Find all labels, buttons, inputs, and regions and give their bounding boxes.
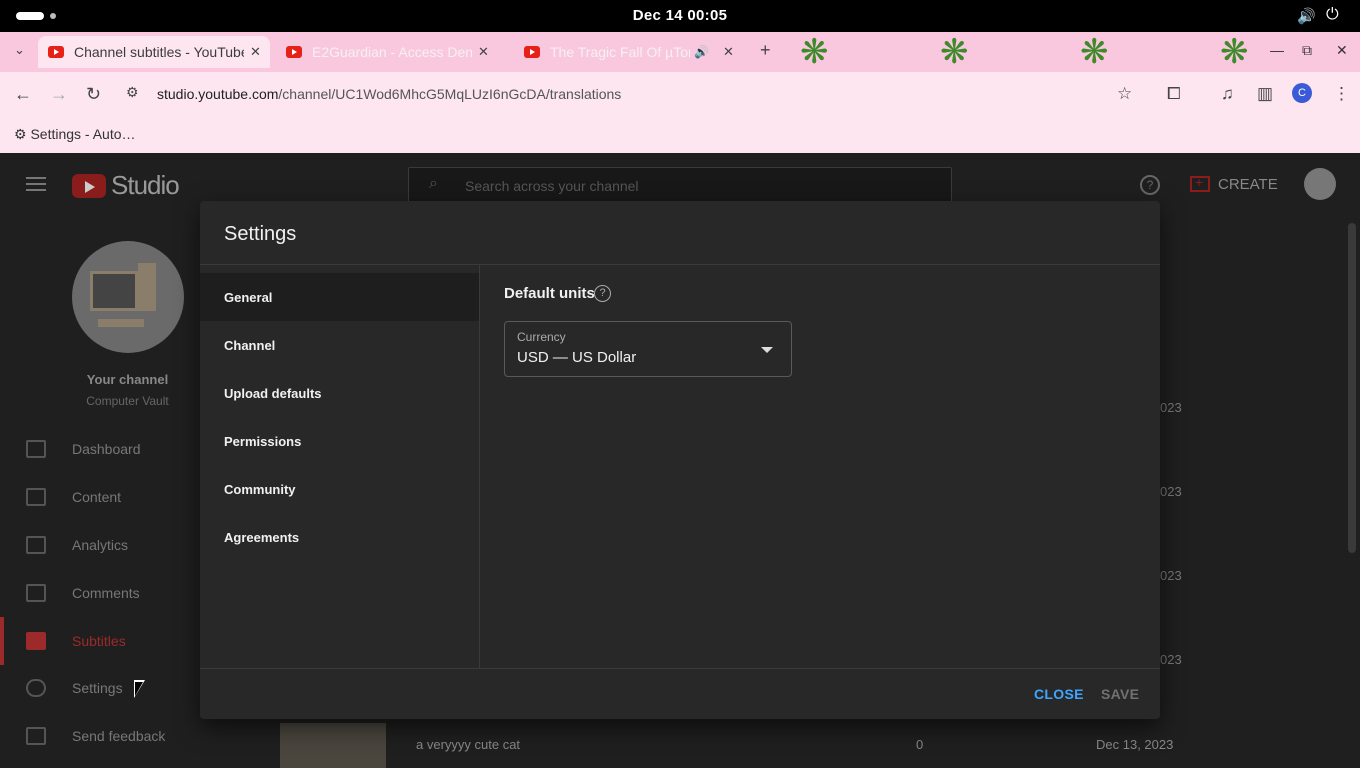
settings-tab-upload-defaults[interactable]: Upload defaults	[200, 369, 479, 417]
tab-strip: ⌄ ❋ ❋ ❋ ❋ ❋ Channel subtitles - YouTube …	[0, 32, 1360, 72]
help-icon[interactable]: ?	[594, 285, 611, 302]
youtube-favicon-icon	[286, 46, 302, 58]
settings-tab-community[interactable]: Community	[200, 465, 479, 513]
settings-dialog: Settings General Channel Upload defaults…	[200, 201, 1160, 719]
youtube-favicon-icon	[524, 46, 540, 58]
settings-tab-agreements[interactable]: Agreements	[200, 513, 479, 561]
dashboard-icon	[26, 440, 46, 458]
row-date-partial: 023	[1160, 568, 1182, 583]
row-date-partial: 023	[1160, 652, 1182, 667]
close-tab-icon[interactable]: ✕	[250, 44, 261, 60]
settings-tab-general[interactable]: General	[200, 273, 479, 321]
theme-leaf-icon: ❋	[940, 33, 969, 71]
analytics-icon	[26, 536, 46, 554]
create-button[interactable]: CREATE	[1190, 174, 1278, 193]
youtube-favicon-icon	[48, 46, 64, 58]
video-title[interactable]: a veryyyy cute cat	[416, 737, 520, 752]
currency-value: USD — US Dollar	[517, 349, 637, 366]
gear-icon	[26, 679, 46, 697]
theme-leaf-icon: ❋	[1220, 33, 1249, 71]
divider	[479, 265, 480, 668]
search-icon: ⌕	[429, 175, 438, 192]
bookmark-settings-auto[interactable]: ⚙ Settings - Auto…	[14, 126, 136, 143]
address-bar[interactable]: studio.youtube.com/channel/UC1Wod6MhcG5M…	[157, 86, 621, 102]
studio-logo-text[interactable]: Studio	[111, 170, 180, 201]
reload-icon[interactable]: ↻	[86, 84, 101, 105]
hamburger-menu-icon[interactable]	[26, 177, 46, 191]
side-panel-icon[interactable]: ▥	[1257, 84, 1273, 104]
os-clock[interactable]: Dec 14 00:05	[0, 7, 1360, 24]
close-tab-icon[interactable]: ✕	[723, 44, 734, 60]
settings-tab-channel[interactable]: Channel	[200, 321, 479, 369]
mouse-cursor-icon	[134, 680, 145, 698]
url-path: /channel/UC1Wod6MhcG5MqLUzI6nGcDA/transl…	[278, 86, 622, 102]
back-icon[interactable]: ←	[14, 84, 32, 105]
volume-icon[interactable]: 🔊	[1297, 7, 1316, 25]
video-date: Dec 13, 2023	[1096, 737, 1174, 752]
gear-icon: ⚙	[14, 126, 27, 142]
content-icon	[26, 488, 46, 506]
row-date-partial: 023	[1160, 400, 1182, 415]
account-avatar[interactable]	[1304, 168, 1336, 200]
help-icon[interactable]: ?	[1140, 175, 1160, 195]
browser-chrome: ⌄ ❋ ❋ ❋ ❋ ❋ Channel subtitles - YouTube …	[0, 32, 1360, 153]
sidebar-item-send-feedback[interactable]: Send feedback	[0, 712, 255, 760]
close-button[interactable]: CLOSE	[1034, 686, 1084, 702]
comments-icon	[26, 584, 46, 602]
tab-tragic-fall[interactable]: The Tragic Fall Of µTorrent 🔊 ✕	[514, 36, 744, 68]
video-thumbnail[interactable]	[280, 723, 386, 768]
audio-playing-icon[interactable]: 🔊	[694, 45, 709, 59]
divider	[200, 264, 1160, 265]
video-subtitle-count: 0	[916, 737, 924, 752]
media-controls-icon[interactable]: ♫	[1221, 84, 1234, 104]
restore-icon[interactable]: ⧉	[1302, 42, 1312, 59]
settings-menu: General Channel Upload defaults Permissi…	[200, 273, 480, 668]
bookmark-star-icon[interactable]: ☆	[1117, 84, 1132, 104]
settings-tab-permissions[interactable]: Permissions	[200, 417, 479, 465]
navigation-row: ← → ↻ ⚙ studio.youtube.com/channel/UC1Wo…	[0, 72, 1360, 118]
close-tab-icon[interactable]: ✕	[478, 44, 489, 60]
bookmarks-bar: ⚙ Settings - Auto…	[0, 118, 1360, 153]
os-top-bar: Dec 14 00:05 🔊 ⏻	[0, 0, 1360, 32]
subtitles-icon	[26, 632, 46, 650]
youtube-logo-icon[interactable]	[72, 174, 106, 198]
page-scrollbar[interactable]	[1348, 223, 1356, 553]
close-window-icon[interactable]: ✕	[1336, 42, 1348, 59]
currency-select[interactable]: Currency USD — US Dollar	[504, 321, 792, 377]
forward-icon[interactable]: →	[50, 84, 68, 105]
extensions-icon[interactable]: ⧠	[1167, 84, 1181, 104]
currency-label: Currency	[517, 330, 566, 344]
menu-kebab-icon[interactable]: ⋮	[1333, 84, 1350, 104]
new-tab-icon[interactable]: +	[760, 40, 771, 61]
site-info-icon[interactable]: ⚙	[126, 84, 146, 104]
dropdown-arrow-icon	[761, 347, 773, 353]
theme-leaf-icon: ❋	[800, 33, 829, 71]
dialog-title: Settings	[224, 223, 297, 245]
minimize-icon[interactable]: —	[1270, 42, 1284, 58]
tab-list-chevron-icon[interactable]: ⌄	[14, 42, 25, 58]
power-icon[interactable]: ⏻	[1326, 6, 1339, 24]
theme-leaf-icon: ❋	[1080, 33, 1109, 71]
default-units-heading: Default units	[504, 285, 595, 302]
url-domain: studio.youtube.com	[157, 86, 279, 102]
tab-channel-subtitles[interactable]: Channel subtitles - YouTube Studio ✕	[38, 36, 270, 68]
selected-indicator	[0, 617, 4, 665]
search-input[interactable]: ⌕ Search across your channel	[408, 167, 952, 203]
profile-avatar[interactable]: C	[1292, 83, 1312, 103]
save-button[interactable]: SAVE	[1101, 686, 1139, 702]
divider	[200, 668, 1160, 669]
create-video-icon	[1190, 174, 1210, 192]
row-date-partial: 023	[1160, 484, 1182, 499]
channel-avatar[interactable]	[72, 241, 184, 353]
tab-e2guardian[interactable]: E2Guardian - Access Denied ✕	[276, 36, 506, 68]
feedback-icon	[26, 727, 46, 745]
